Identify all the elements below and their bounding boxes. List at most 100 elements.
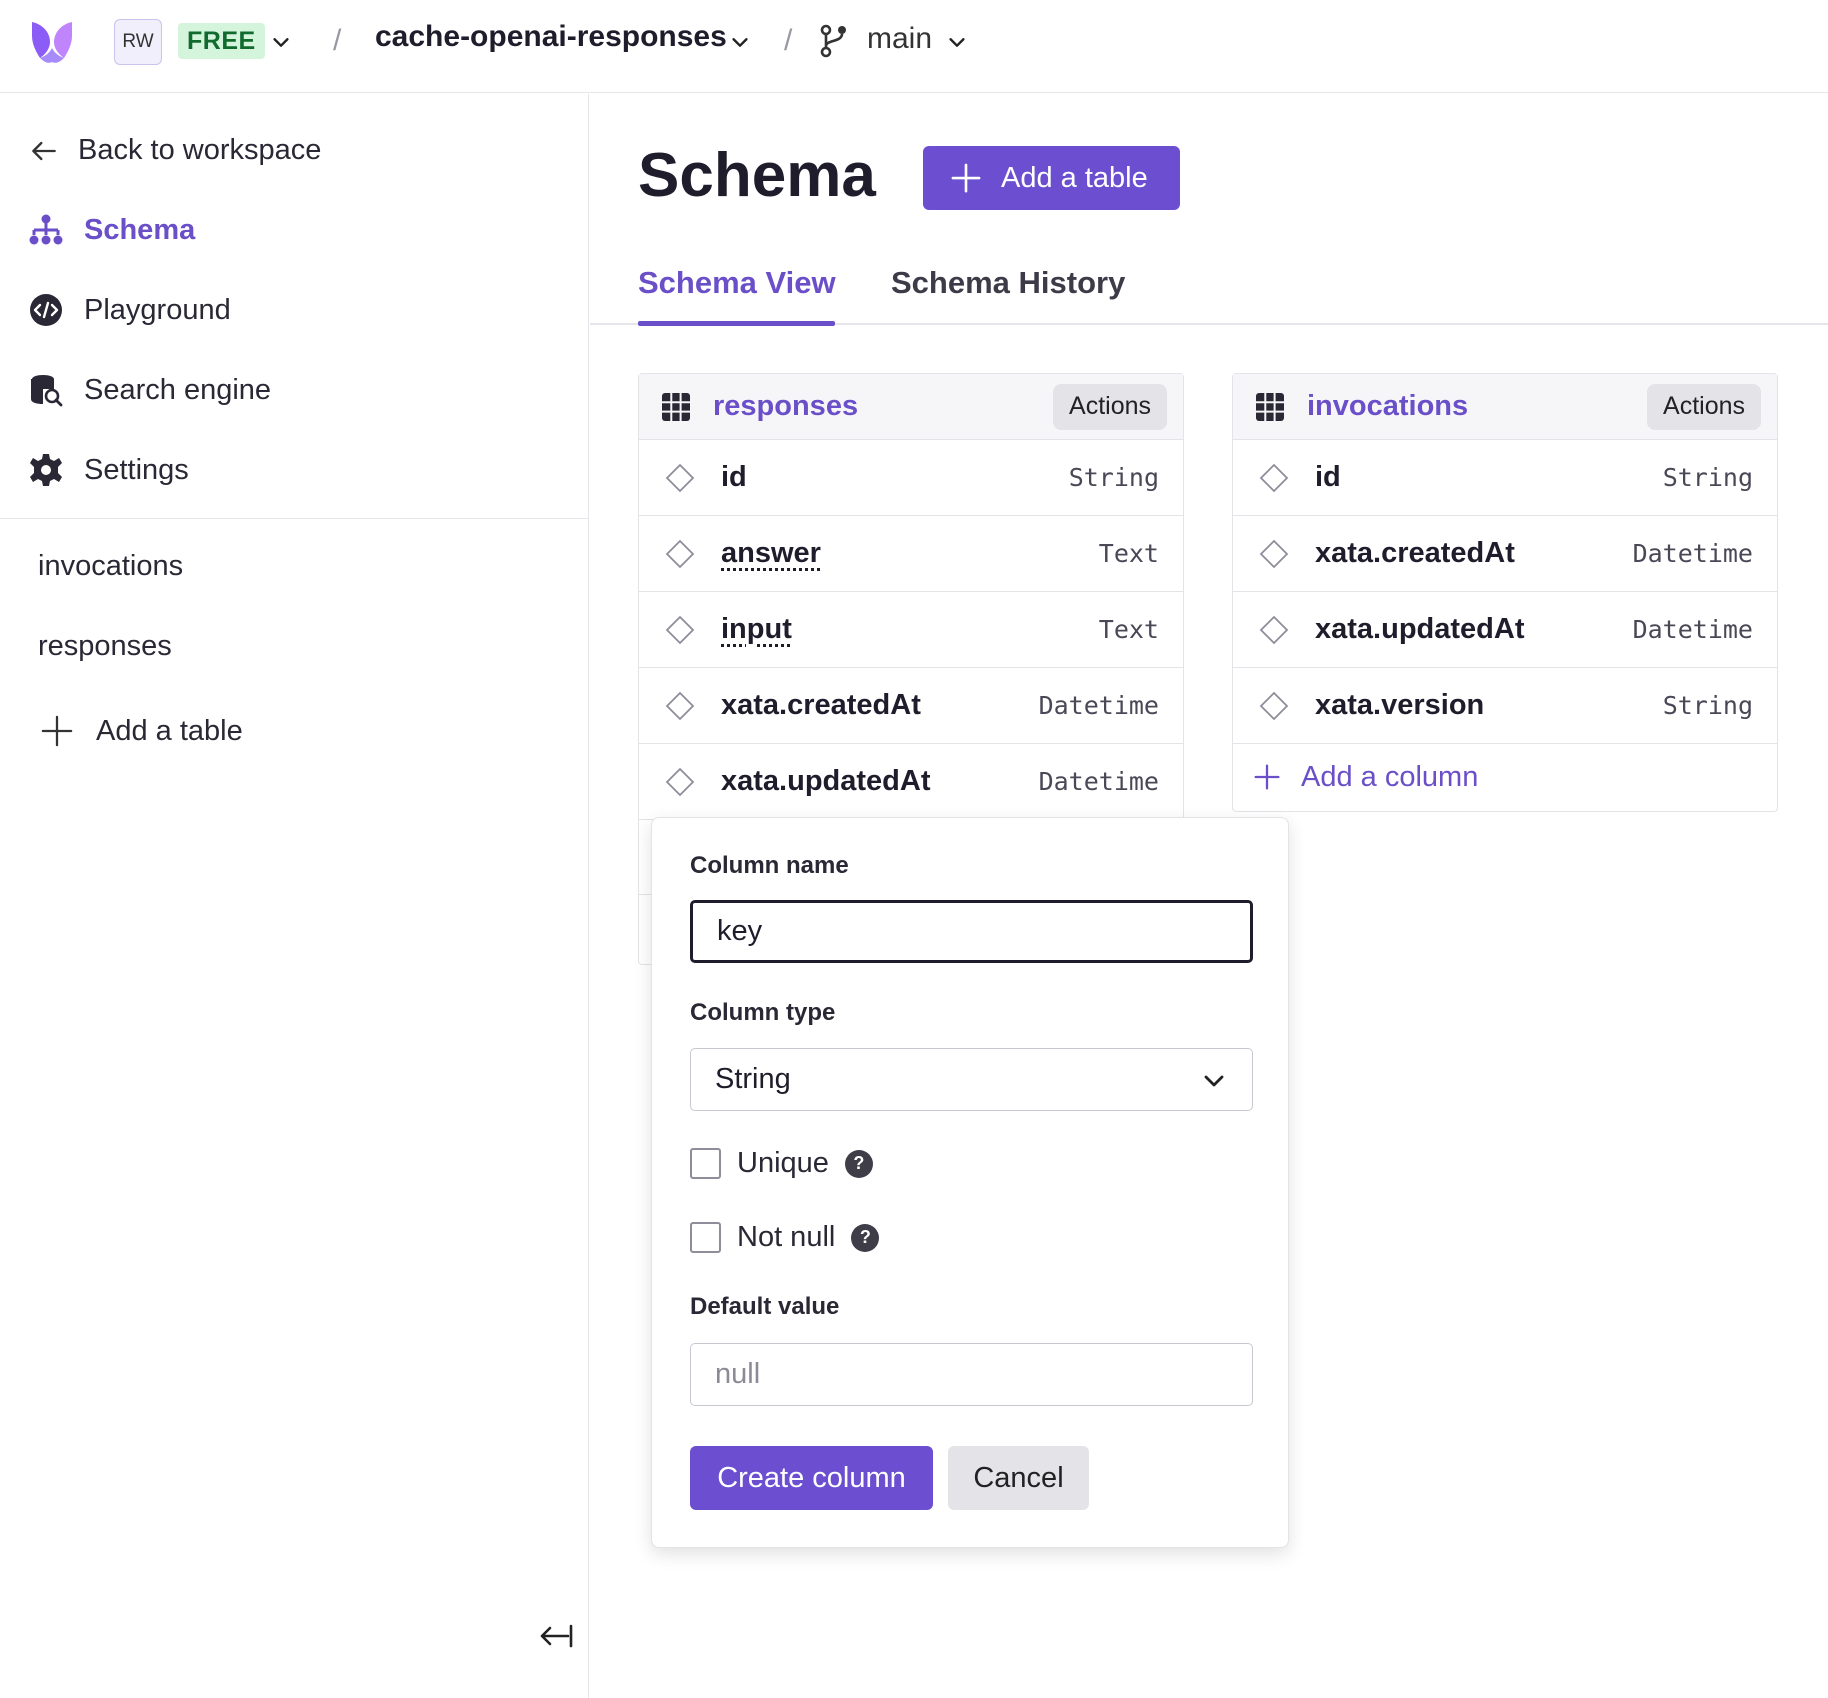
table-actions-button[interactable]: Actions bbox=[1647, 383, 1761, 430]
schema-icon bbox=[29, 214, 63, 245]
table-grid-icon bbox=[662, 392, 690, 421]
add-column-popover: Column name Column type String Unique ? … bbox=[651, 817, 1289, 1548]
column-type: String bbox=[1662, 691, 1753, 720]
column-name-label: Column name bbox=[690, 852, 849, 879]
column-row[interactable]: xata.updatedAt Datetime bbox=[1233, 592, 1777, 668]
default-value-label: Default value bbox=[690, 1293, 840, 1320]
add-column-label: Add a column bbox=[1301, 760, 1479, 793]
column-type-select[interactable]: String bbox=[690, 1048, 1253, 1111]
column-row[interactable]: input Text bbox=[639, 592, 1183, 668]
back-to-workspace-label: Back to workspace bbox=[78, 134, 322, 166]
breadcrumb-separator: / bbox=[333, 24, 342, 57]
column-type: String bbox=[1068, 463, 1159, 492]
column-name-input[interactable] bbox=[690, 900, 1253, 963]
add-column-button[interactable]: Add a column bbox=[1233, 744, 1777, 810]
git-branch-icon bbox=[820, 24, 846, 58]
sidebar-table-invocations[interactable]: invocations bbox=[38, 550, 183, 583]
unique-label: Unique bbox=[737, 1147, 829, 1179]
sidebar-item-search-engine[interactable]: Search engine bbox=[28, 372, 271, 408]
column-name: id bbox=[1315, 461, 1341, 493]
column-row[interactable]: id String bbox=[639, 440, 1183, 516]
plus-icon bbox=[1254, 764, 1280, 790]
workspace-avatar[interactable]: RW bbox=[114, 19, 162, 65]
sidebar: Back to workspace Schema Playground Sear… bbox=[0, 94, 589, 1698]
page-title: Schema bbox=[638, 141, 876, 210]
plus-icon bbox=[41, 715, 73, 747]
plan-badge: FREE bbox=[178, 23, 265, 59]
table-name[interactable]: responses bbox=[713, 390, 1053, 423]
default-value-input[interactable] bbox=[690, 1343, 1253, 1406]
diamond-icon bbox=[665, 691, 695, 720]
sidebar-add-table-button[interactable]: Add a table bbox=[40, 714, 243, 748]
xata-logo-icon[interactable] bbox=[28, 18, 76, 66]
column-type: Datetime bbox=[1632, 615, 1753, 644]
diamond-icon bbox=[1259, 691, 1289, 720]
column-type-label: Column type bbox=[690, 999, 836, 1026]
tab-schema-view[interactable]: Schema View bbox=[638, 265, 836, 301]
chevron-down-icon[interactable] bbox=[729, 31, 751, 53]
diamond-icon bbox=[665, 615, 695, 644]
column-row[interactable]: xata.updatedAt Datetime bbox=[639, 744, 1183, 820]
column-row[interactable]: answer Text bbox=[639, 516, 1183, 592]
sidebar-item-label: Playground bbox=[84, 293, 231, 326]
diamond-icon bbox=[1259, 615, 1289, 644]
column-name: id bbox=[721, 461, 747, 493]
diamond-icon bbox=[665, 463, 695, 492]
column-name: answer bbox=[721, 537, 821, 569]
active-tab-indicator bbox=[638, 321, 835, 326]
add-table-button-label: Add a table bbox=[1001, 161, 1148, 194]
table-actions-button[interactable]: Actions bbox=[1053, 383, 1167, 430]
chevron-down-icon[interactable] bbox=[946, 31, 968, 53]
tab-schema-history[interactable]: Schema History bbox=[891, 265, 1125, 301]
cancel-button[interactable]: Cancel bbox=[948, 1446, 1089, 1510]
column-name: xata.updatedAt bbox=[721, 765, 931, 797]
table-header: responses Actions bbox=[639, 374, 1183, 440]
top-bar: RW FREE / cache-openai-responses / main bbox=[0, 0, 1828, 93]
column-name: input bbox=[721, 613, 792, 645]
create-column-button[interactable]: Create column bbox=[690, 1446, 933, 1510]
column-name: xata.createdAt bbox=[721, 689, 921, 721]
plus-icon bbox=[951, 163, 981, 193]
help-icon[interactable]: ? bbox=[851, 1223, 880, 1252]
diamond-icon bbox=[1259, 463, 1289, 492]
help-icon[interactable]: ? bbox=[844, 1149, 873, 1178]
unique-option: Unique ? bbox=[690, 1147, 873, 1180]
sidebar-item-label: Search engine bbox=[84, 373, 272, 406]
not-null-checkbox[interactable] bbox=[690, 1222, 721, 1253]
column-name: xata.version bbox=[1315, 689, 1485, 721]
gear-icon bbox=[30, 454, 62, 486]
table-header: invocations Actions bbox=[1233, 374, 1777, 440]
column-type: Datetime bbox=[1038, 767, 1159, 796]
chevron-down-icon bbox=[1204, 1075, 1224, 1087]
not-null-label: Not null bbox=[737, 1221, 836, 1253]
add-table-label: Add a table bbox=[96, 714, 243, 747]
diamond-icon bbox=[1259, 539, 1289, 568]
column-row[interactable]: id String bbox=[1233, 440, 1777, 516]
column-type: Text bbox=[1098, 615, 1159, 644]
back-to-workspace-link[interactable]: Back to workspace bbox=[28, 134, 321, 167]
table-grid-icon bbox=[1256, 392, 1284, 421]
column-row[interactable]: xata.version String bbox=[1233, 668, 1777, 744]
collapse-sidebar-icon[interactable] bbox=[538, 1621, 574, 1651]
branch-name[interactable]: main bbox=[867, 22, 932, 56]
not-null-option: Not null ? bbox=[690, 1221, 880, 1254]
arrow-left-icon bbox=[32, 141, 56, 160]
add-table-button[interactable]: Add a table bbox=[923, 146, 1180, 210]
sidebar-item-playground[interactable]: Playground bbox=[28, 292, 231, 328]
sidebar-item-schema[interactable]: Schema bbox=[28, 212, 195, 248]
database-search-icon bbox=[31, 375, 63, 407]
table-name[interactable]: invocations bbox=[1307, 390, 1647, 423]
sidebar-item-settings[interactable]: Settings bbox=[28, 452, 189, 488]
sidebar-item-label: Settings bbox=[84, 453, 189, 486]
column-name: xata.createdAt bbox=[1315, 537, 1515, 569]
table-card-invocations: invocations Actions id String xata.creat… bbox=[1232, 373, 1778, 812]
unique-checkbox[interactable] bbox=[690, 1148, 721, 1179]
diamond-icon bbox=[665, 767, 695, 796]
sidebar-item-label: Schema bbox=[84, 213, 196, 246]
sidebar-table-responses[interactable]: responses bbox=[38, 630, 172, 663]
database-name[interactable]: cache-openai-responses bbox=[375, 20, 727, 54]
chevron-down-icon[interactable] bbox=[270, 31, 292, 53]
column-row[interactable]: xata.createdAt Datetime bbox=[639, 668, 1183, 744]
sidebar-divider bbox=[0, 518, 588, 519]
column-row[interactable]: xata.createdAt Datetime bbox=[1233, 516, 1777, 592]
